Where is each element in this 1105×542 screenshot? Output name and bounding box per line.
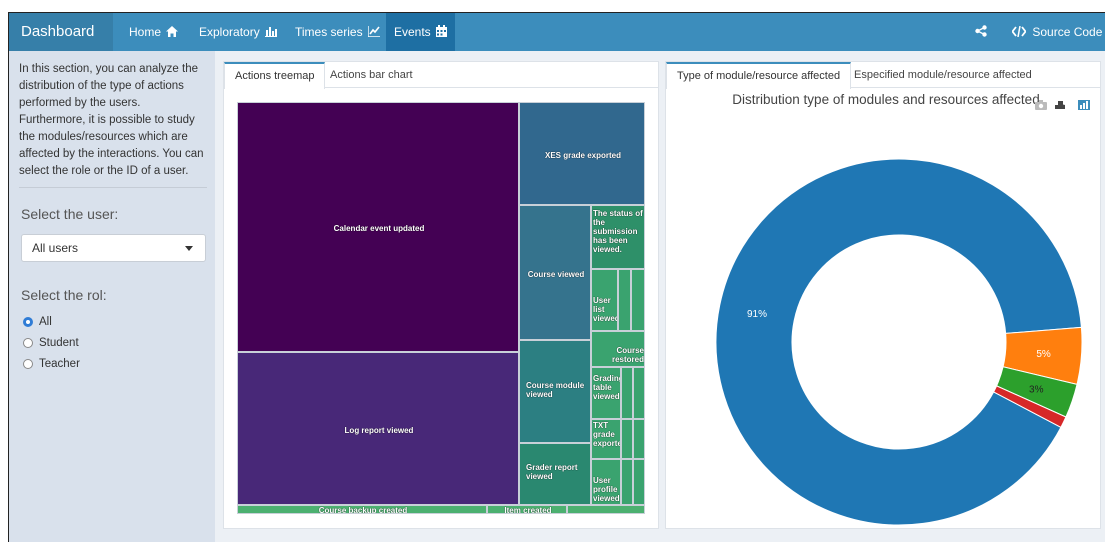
treemap-cell[interactable]: Log report viewed (237, 352, 519, 505)
donut-panel: Type of module/resource affected Especif… (665, 61, 1101, 529)
treemap-label: The status of the submission has been vi… (593, 209, 643, 254)
treemap-cell[interactable]: User list viewed (591, 269, 618, 331)
chart-title: Distribution type of modules and resourc… (732, 92, 1040, 107)
sidebar-intro-text: In this section, you can analyze the dis… (19, 63, 204, 177)
top-navbar: Dashboard Home Exploratory Times series … (9, 13, 1105, 51)
share-icon (975, 25, 987, 37)
code-icon (1011, 25, 1027, 38)
tab-actions-treemap[interactable]: Actions treemap (224, 62, 326, 89)
donut-slice-label: 91% (747, 309, 767, 320)
treemap-label: Log report viewed (344, 426, 414, 435)
tab-especified-module-resource[interactable]: Especified module/resource affected (844, 62, 1042, 88)
donut-slice-label: 3% (1029, 385, 1044, 396)
treemap-label: TXT grade exported (593, 421, 620, 448)
treemap-label: Course module viewed (526, 381, 585, 399)
treemap-label: Item created (504, 506, 552, 514)
treemap-panel: Actions treemap Actions bar chart Calend… (223, 61, 659, 529)
tab-type-module-resource[interactable]: Type of module/resource affected (666, 62, 852, 89)
user-select-value: All users (32, 241, 79, 255)
nav-exploratory-label: Exploratory (199, 25, 260, 39)
calendar-icon (436, 25, 448, 37)
treemap-cell[interactable]: Course viewed (519, 205, 591, 340)
radio-role-all-label: All (39, 316, 52, 328)
radio-role-student-label: Student (39, 337, 79, 349)
app-title[interactable]: Dashboard (9, 13, 113, 51)
treemap-label: Grading table viewed (593, 374, 621, 401)
radio-button[interactable] (23, 359, 33, 369)
sidebar: In this section, you can analyze the dis… (9, 51, 215, 542)
treemap-cell[interactable]: Course module viewed (519, 340, 591, 443)
nav-events-label: Events (394, 25, 431, 39)
nav-times-series-label: Times series (295, 25, 363, 39)
tab-actions-bar-chart[interactable]: Actions bar chart (320, 62, 423, 88)
treemap-label: Course backup created (318, 506, 408, 514)
treemap-cell[interactable] (621, 367, 633, 419)
treemap-tabs: Actions treemap Actions bar chart (224, 62, 658, 89)
select-user-label: Select the user: (21, 206, 119, 222)
source-code-link[interactable]: Source Code (1011, 13, 1103, 51)
treemap-chart[interactable]: Calendar event updated Log report viewed… (237, 102, 645, 514)
donut-tabs: Type of module/resource affected Especif… (666, 62, 1100, 89)
share-button[interactable] (975, 13, 987, 51)
nav-home[interactable]: Home (121, 13, 186, 51)
treemap-cell[interactable]: User profile viewed (591, 459, 621, 505)
nav-home-label: Home (129, 25, 162, 39)
treemap-cell[interactable]: Grading table viewed (591, 367, 621, 419)
line-chart-icon (367, 26, 380, 38)
treemap-label: Course viewed (527, 270, 585, 279)
treemap-cell[interactable] (567, 505, 645, 514)
treemap-cell[interactable]: TXT grade exported (591, 419, 621, 459)
source-code-label: Source Code (1032, 25, 1103, 39)
chevron-down-icon (185, 246, 193, 251)
treemap-label: Course restored (611, 346, 644, 364)
radio-role-teacher-label: Teacher (39, 358, 80, 370)
treemap-label: User profile viewed (593, 476, 620, 503)
bar-chart-icon (265, 27, 278, 37)
treemap-cell[interactable] (621, 419, 633, 459)
treemap-cell[interactable]: Course restored (591, 331, 645, 367)
treemap-cell[interactable] (633, 419, 645, 459)
treemap-label: Grader report viewed (526, 463, 578, 481)
treemap-label: User list viewed (593, 296, 618, 323)
home-icon (166, 26, 179, 37)
app-window: Dashboard Home Exploratory Times series … (8, 12, 1105, 542)
treemap-cell[interactable]: XES grade exported (519, 102, 645, 205)
nav-events[interactable]: Events (386, 13, 456, 51)
radio-button[interactable] (23, 338, 33, 348)
treemap-cell[interactable]: Grader report viewed (519, 443, 591, 505)
treemap-cell[interactable]: Course backup created (237, 505, 487, 514)
nav-times-series[interactable]: Times series (287, 13, 388, 51)
treemap-cell[interactable] (631, 269, 645, 331)
treemap-cell[interactable] (633, 459, 645, 505)
treemap-cell[interactable] (618, 269, 631, 331)
treemap-label: XES grade exported (544, 151, 622, 160)
treemap-cell[interactable] (633, 367, 645, 419)
treemap-label: Calendar event updated (333, 224, 425, 233)
radio-button-checked[interactable] (23, 317, 33, 327)
donut-chart[interactable]: 91% 5% 3% (666, 108, 1102, 528)
select-rol-label: Select the rol: (21, 287, 107, 303)
nav-exploratory[interactable]: Exploratory (191, 13, 285, 51)
treemap-cell[interactable] (621, 459, 633, 505)
treemap-cell[interactable]: The status of the submission has been vi… (591, 205, 645, 269)
donut-slice-label: 5% (1036, 349, 1051, 360)
user-select[interactable]: All users (21, 234, 206, 262)
treemap-cell[interactable]: Calendar event updated (237, 102, 519, 352)
treemap-cell[interactable]: Item created (487, 505, 567, 514)
sidebar-divider (19, 187, 207, 188)
